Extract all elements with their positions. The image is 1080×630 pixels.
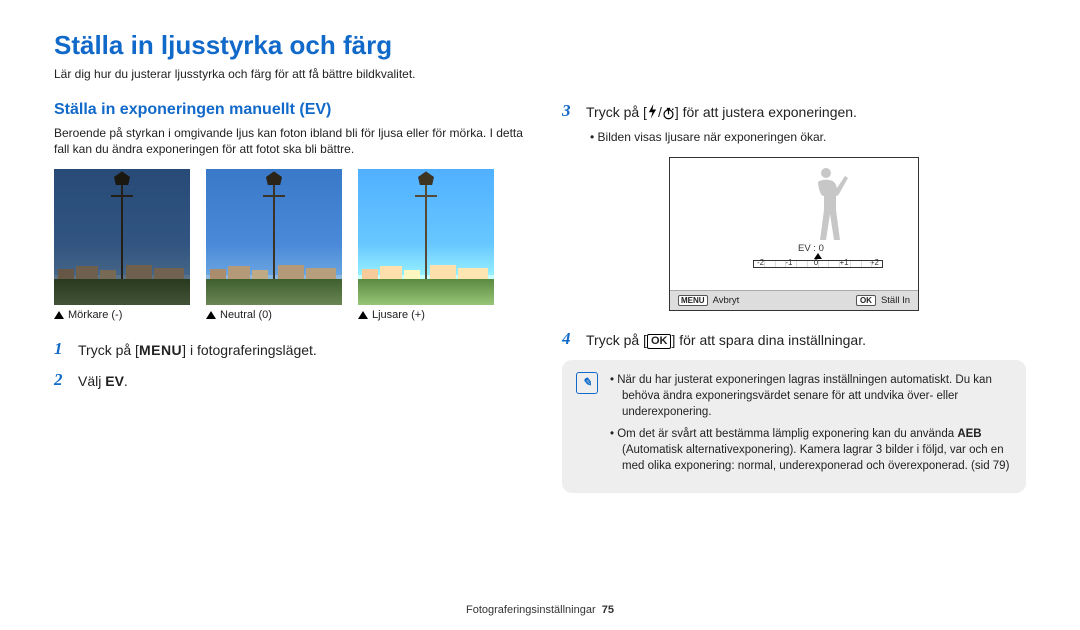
step-1: 1 Tryck på [MENU] i fotograferingsläget.	[54, 339, 526, 360]
example-neutral: Neutral (0)	[206, 169, 342, 321]
step-number: 2	[54, 370, 68, 390]
example-lighter: Ljusare (+)	[358, 169, 494, 321]
example-photo-neutral	[206, 169, 342, 305]
person-silhouette-icon	[804, 164, 850, 246]
step-number: 3	[562, 101, 576, 121]
ok-button-label: OK	[647, 334, 672, 349]
example-darker: Mörkare (-)	[54, 169, 190, 321]
note-box: ✎ När du har justerat exponeringen lagra…	[562, 360, 1026, 493]
step-3-bullet: Bilden visas ljusare när exponeringen ök…	[586, 129, 857, 145]
flash-icon	[647, 104, 658, 124]
step-number: 1	[54, 339, 68, 359]
note-item: När du har justerat exponeringen lagras …	[610, 372, 1012, 420]
example-photo-lighter	[358, 169, 494, 305]
ev-meter: -2 -1 0 +1 +2	[753, 258, 883, 268]
screen-cancel-label: Avbryt	[713, 295, 740, 306]
timer-icon	[662, 106, 675, 125]
page-footer: Fotograferingsinställningar 75	[0, 604, 1080, 616]
camera-screen-illustration: EV : 0 -2 -1 0 +1 +2 MENUAvbryt	[669, 157, 919, 311]
step-3: 3 Tryck på [/] för att justera exponerin…	[562, 101, 1026, 145]
note-item: Om det är svårt att bestämma lämplig exp…	[610, 426, 1012, 474]
screen-set-label: Ställ In	[881, 295, 910, 306]
step-2: 2 Välj EV.	[54, 370, 526, 391]
exposure-examples: Mörkare (-) Neutral (0)	[54, 169, 526, 321]
section-title-ev: Ställa in exponeringen manuellt (EV)	[54, 101, 526, 119]
caption-lighter: Ljusare (+)	[358, 309, 494, 321]
caption-darker: Mörkare (-)	[54, 309, 190, 321]
page-intro: Lär dig hur du justerar ljusstyrka och f…	[54, 67, 1026, 81]
screen-ok-icon: OK	[856, 295, 876, 306]
step-number: 4	[562, 329, 576, 349]
menu-button-label: MENU	[139, 342, 182, 358]
right-column: 3 Tryck på [/] för att justera exponerin…	[562, 101, 1026, 493]
step-4: 4 Tryck på [OK] för att spara dina instä…	[562, 329, 1026, 350]
caption-neutral: Neutral (0)	[206, 309, 342, 321]
left-column: Ställa in exponeringen manuellt (EV) Ber…	[54, 101, 526, 493]
ev-body-text: Beroende på styrkan i omgivande ljus kan…	[54, 125, 526, 157]
page-title: Ställa in ljusstyrka och färg	[54, 30, 1026, 61]
note-icon: ✎	[576, 372, 598, 394]
example-photo-darker	[54, 169, 190, 305]
screen-menu-icon: MENU	[678, 295, 708, 306]
